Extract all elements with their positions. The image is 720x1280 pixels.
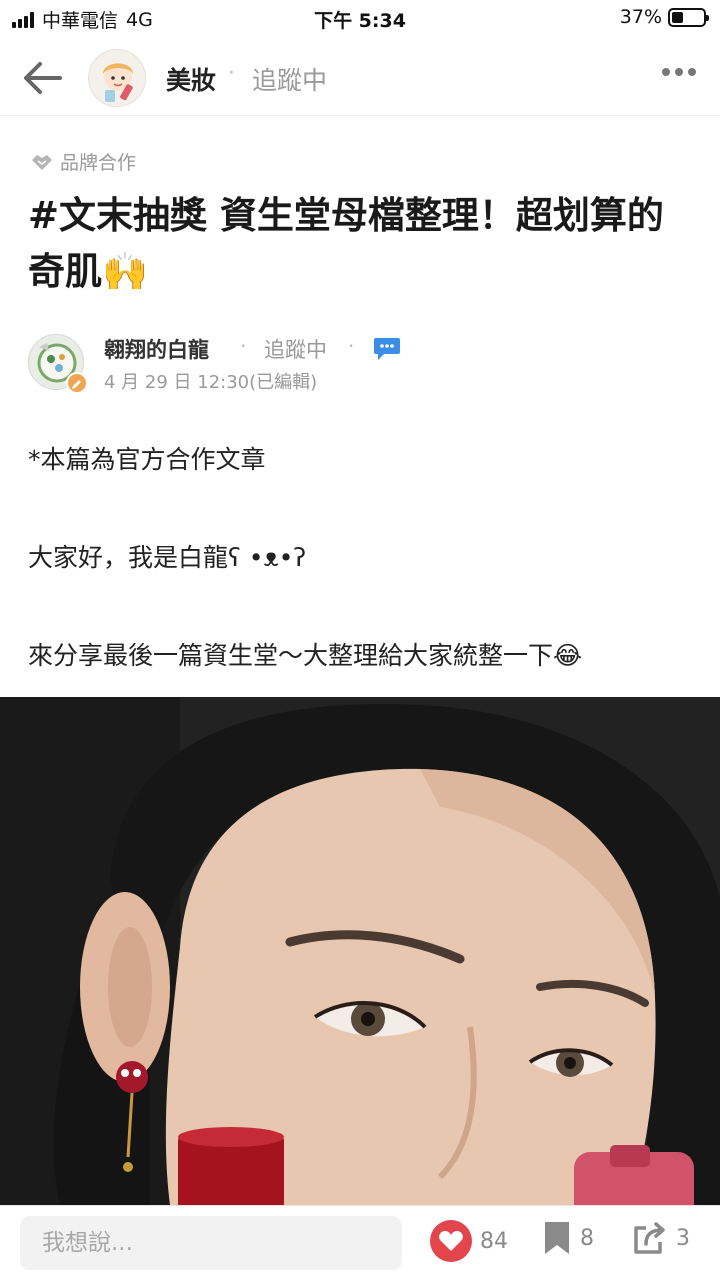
separator-dot: · xyxy=(228,61,235,86)
share-icon xyxy=(634,1222,665,1254)
post-title: #文末抽獎 資生堂母檔整理！超划算的奇肌🙌 xyxy=(28,194,664,293)
handshake-icon xyxy=(32,154,52,170)
status-time: 下午 5:34 xyxy=(314,10,406,32)
battery-icon xyxy=(668,7,709,27)
battery-percent: 37% xyxy=(619,6,662,28)
heart-icon xyxy=(430,1220,472,1262)
post-paragraph: *本篇為官方合作文章 xyxy=(28,445,266,474)
share-count: 3 xyxy=(676,1225,690,1251)
board-name[interactable]: 美妝 xyxy=(166,61,216,97)
post-paragraph: 來分享最後一篇資生堂～大整理給大家統整一下😂 xyxy=(28,641,583,670)
post-date: 4 月 29 日 12:30(已編輯) xyxy=(104,372,318,393)
sponsor-label: 品牌合作 xyxy=(60,152,137,174)
back-arrow-icon xyxy=(24,62,62,94)
like-button[interactable]: 84 xyxy=(430,1220,508,1262)
bookmark-icon xyxy=(545,1222,569,1254)
post-photo[interactable] xyxy=(0,697,720,1205)
comment-input[interactable] xyxy=(20,1216,402,1270)
separator-dot: · xyxy=(240,334,247,358)
author-follow-status[interactable]: 追蹤中 xyxy=(264,334,327,364)
chat-bubble-icon xyxy=(374,338,400,360)
back-button[interactable] xyxy=(20,58,64,98)
post-paragraph: 大家好，我是白龍ʕ •ᴥ•ʔ xyxy=(28,543,307,572)
bottom-bar: 84 8 3 xyxy=(0,1205,720,1280)
status-right: 37% xyxy=(619,6,709,28)
editor-badge-icon xyxy=(66,372,88,394)
board-follow-status[interactable]: 追蹤中 xyxy=(252,61,327,97)
chat-button[interactable] xyxy=(372,336,402,362)
share-button[interactable]: 3 xyxy=(632,1220,690,1256)
board-avatar[interactable] xyxy=(88,49,146,107)
separator-dot: · xyxy=(348,334,355,358)
nav-bar: 美妝 · 追蹤中 xyxy=(0,40,720,116)
author-name[interactable]: 翱翔的白龍 xyxy=(104,334,209,364)
bookmark-count: 8 xyxy=(580,1225,594,1251)
sponsor-tag: 品牌合作 xyxy=(30,148,136,175)
more-icon xyxy=(662,68,696,76)
status-bar: 中華電信 4G 下午 5:34 37% xyxy=(0,0,720,36)
bookmark-button[interactable]: 8 xyxy=(542,1220,594,1256)
more-button[interactable] xyxy=(662,68,696,76)
like-count: 84 xyxy=(480,1228,508,1254)
